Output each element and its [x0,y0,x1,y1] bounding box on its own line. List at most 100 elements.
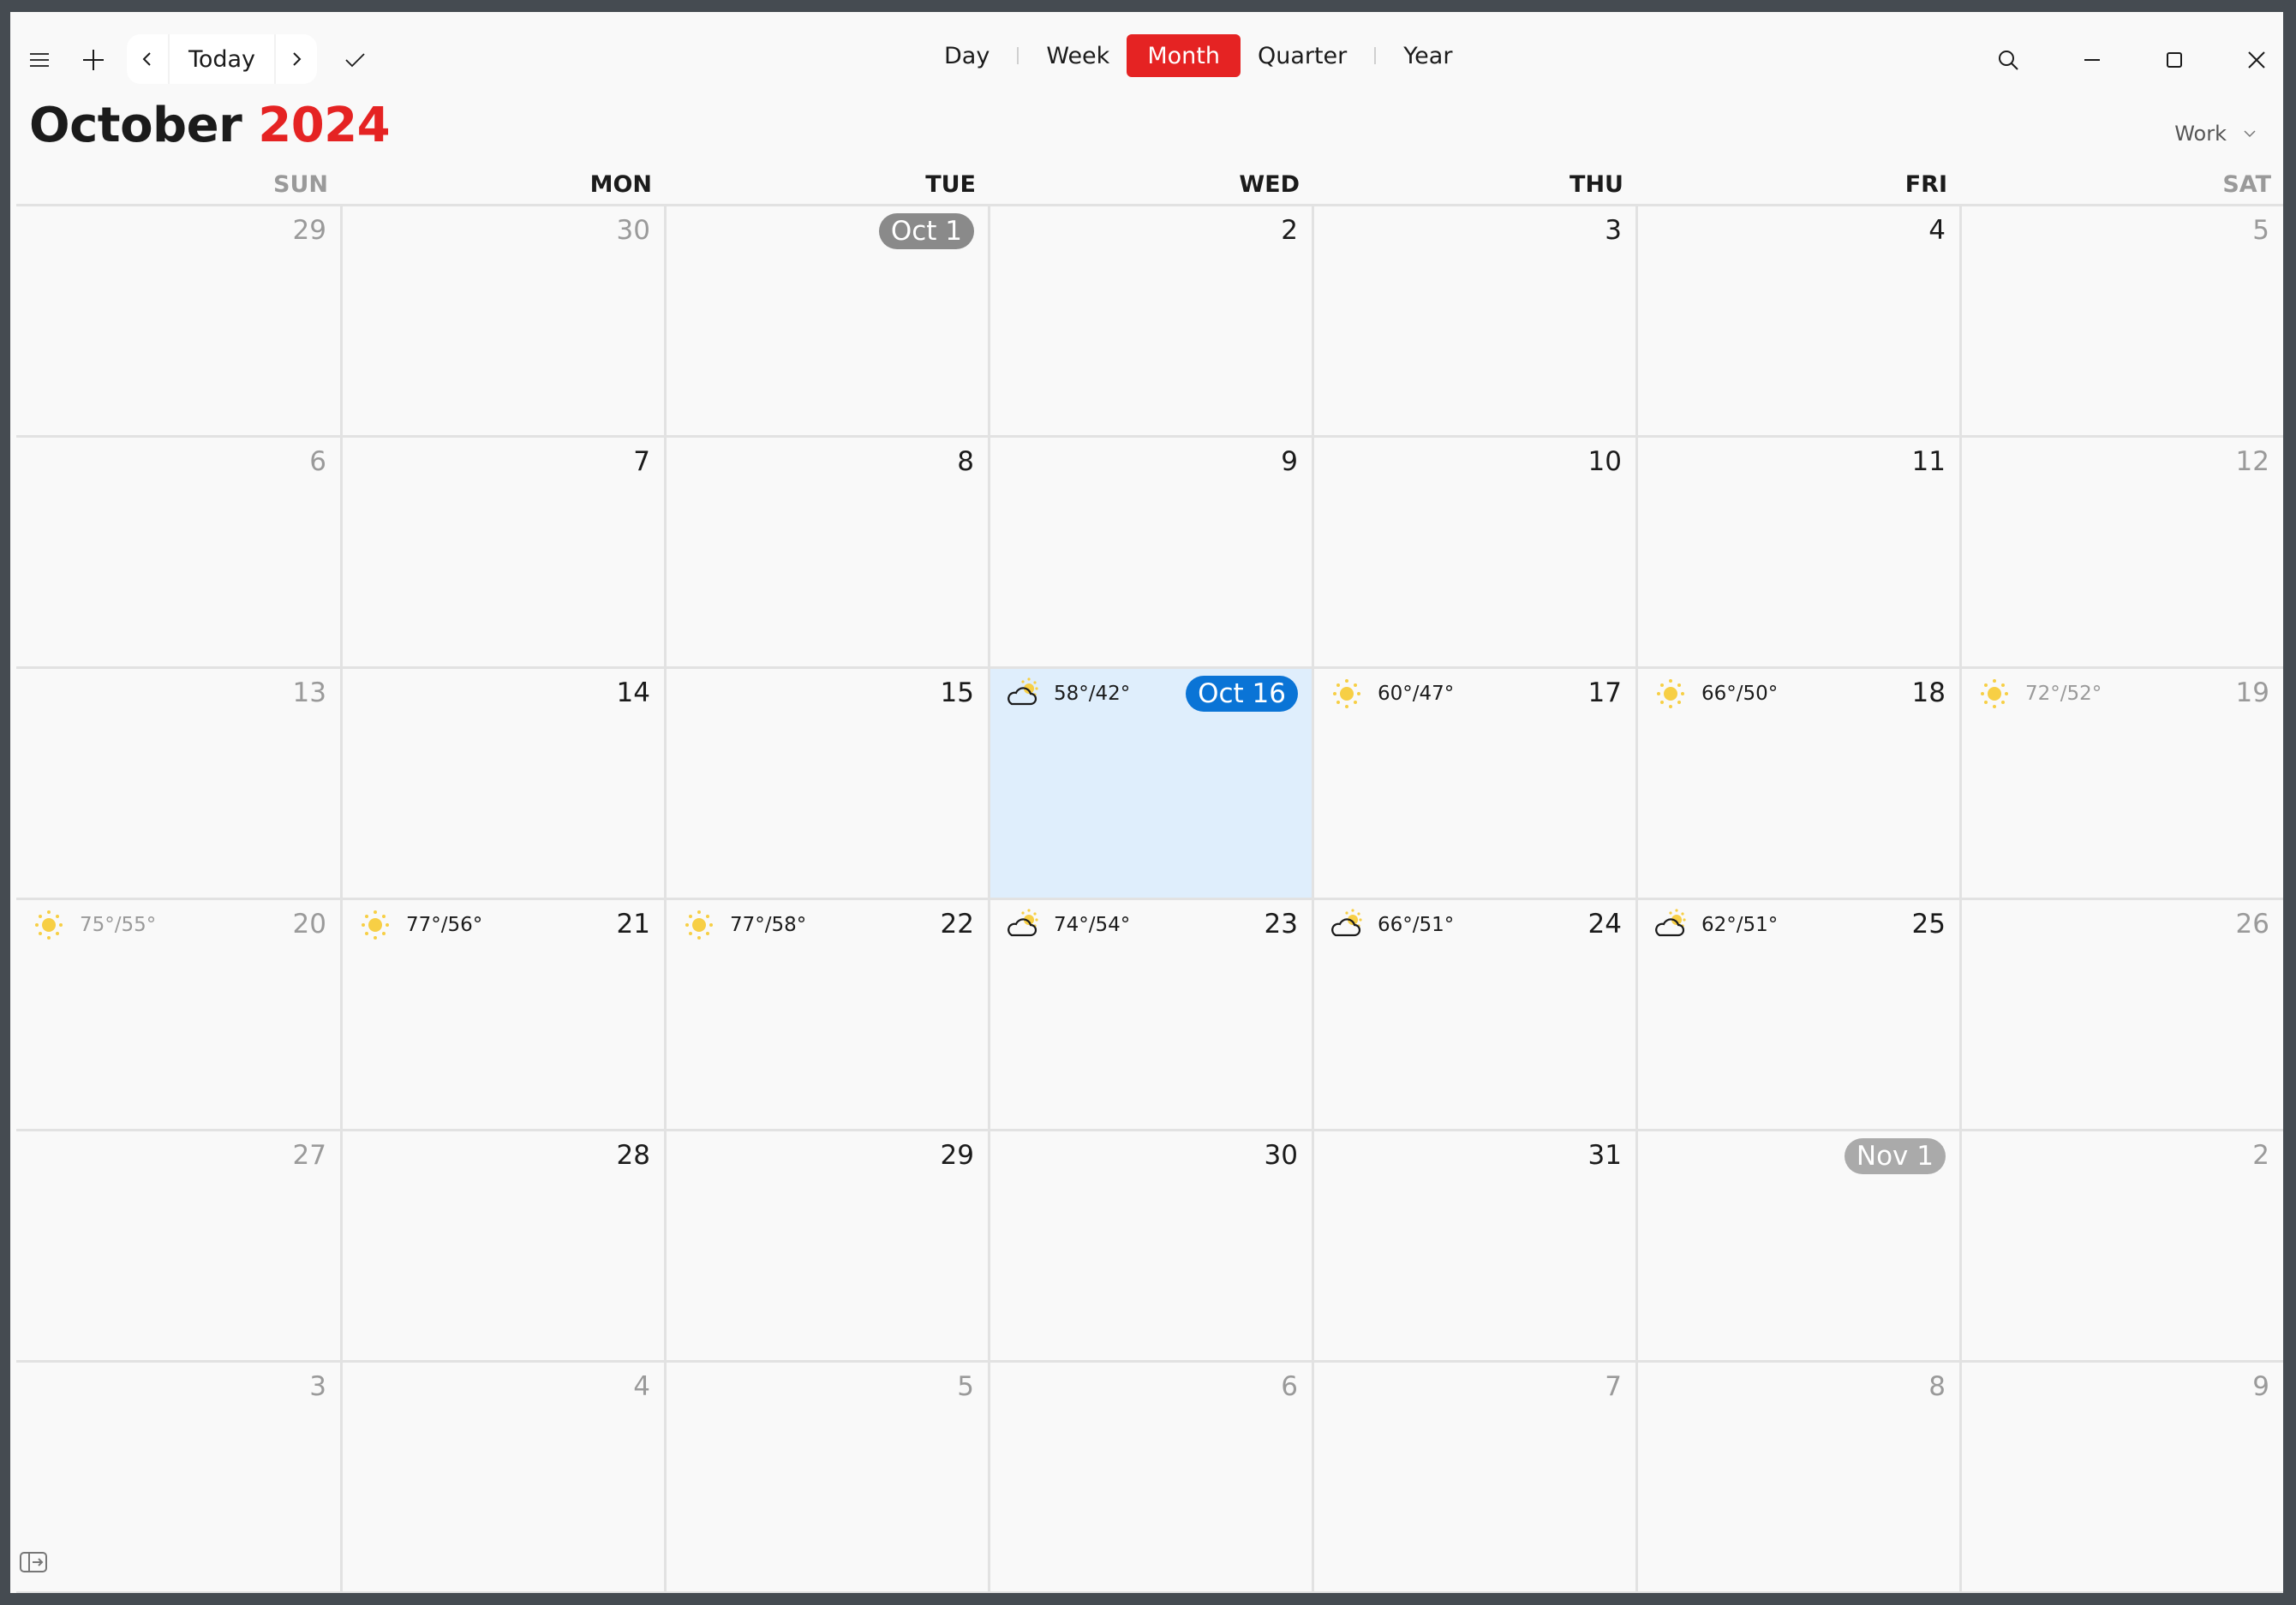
day-cell[interactable]: 31 [1314,1131,1635,1360]
view-month-tab[interactable]: Month [1127,34,1241,77]
day-cell-today[interactable]: Oct 16 58°/42° [990,669,1312,898]
add-event-icon[interactable] [75,41,112,79]
day-number: 30 [616,215,650,246]
minimize-icon[interactable] [2073,41,2111,79]
next-month-button[interactable] [276,34,317,84]
day-cell[interactable]: 6 [990,1363,1312,1591]
maximize-icon[interactable] [2155,41,2193,79]
day-cell[interactable]: Oct 1 [667,206,988,435]
temperature-range: 77°/56° [406,914,483,936]
chevron-down-icon [2244,130,2256,138]
month-name: October [29,98,242,153]
menu-icon[interactable] [21,41,58,79]
view-quarter-tab[interactable]: Quarter [1241,34,1364,77]
day-number: 6 [1281,1371,1298,1402]
day-cell[interactable]: 26 [1962,900,2283,1129]
temperature-range: 72°/52° [2025,683,2102,705]
day-cell[interactable]: 30 [343,206,664,435]
today-button[interactable]: Today [168,34,276,84]
day-cell[interactable]: 8 [1638,1363,1959,1591]
day-number: 14 [616,677,650,708]
day-cell[interactable]: 29 [667,1131,988,1360]
day-cell[interactable]: 30 [990,1131,1312,1360]
day-cell[interactable]: 14 [343,669,664,898]
temperature-range: 66°/51° [1378,914,1455,936]
day-number: 20 [292,909,326,940]
day-cell[interactable]: 3 [16,1363,340,1591]
day-number: 7 [633,446,650,477]
day-number: 2 [1281,215,1298,246]
day-cell[interactable]: 8 [667,438,988,666]
day-cell[interactable]: 29 [16,206,340,435]
weekday-label: MON [589,171,652,198]
day-cell[interactable]: 3 [1314,206,1635,435]
temperature-range: 58°/42° [1054,683,1131,705]
day-cell[interactable]: 19 72°/52° [1962,669,2283,898]
temperature-range: 60°/47° [1378,683,1455,705]
day-cell[interactable]: 27 [16,1131,340,1360]
day-number: 28 [616,1140,650,1171]
sunny-weather-icon [680,907,718,943]
day-cell[interactable]: 12 [1962,438,2283,666]
weekday-label: WED [1239,171,1300,198]
day-cell[interactable]: 28 [343,1131,664,1360]
temperature-range: 66°/50° [1701,683,1779,705]
day-cell[interactable]: 20 75°/55° [16,900,340,1129]
weather-forecast: 72°/52° [1976,676,2102,712]
temperature-range: 62°/51° [1701,914,1779,936]
day-cell[interactable]: 25 62°/51° [1638,900,1959,1129]
day-cell[interactable]: 2 [1962,1131,2283,1360]
day-cell[interactable]: 4 [343,1363,664,1591]
view-switcher: Day Week Month Quarter Year [927,33,1469,79]
year: 2024 [258,98,391,153]
previous-month-button[interactable] [127,34,168,84]
day-cell[interactable]: 17 60°/47° [1314,669,1635,898]
partly-cloudy-weather-icon [1004,676,1042,712]
day-cell[interactable]: 4 [1638,206,1959,435]
day-cell[interactable]: Nov 1 [1638,1131,1959,1360]
day-number: 12 [2235,446,2269,477]
day-number: 30 [1264,1140,1298,1171]
sidebar-toggle-icon[interactable] [19,1550,48,1574]
partly-cloudy-weather-icon [1652,907,1689,943]
day-number: 7 [1605,1371,1622,1402]
day-cell[interactable]: 11 [1638,438,1959,666]
day-cell[interactable]: 22 77°/58° [667,900,988,1129]
day-number: 4 [1928,215,1946,246]
day-cell[interactable]: 13 [16,669,340,898]
day-number: 18 [1911,677,1946,708]
view-year-tab[interactable]: Year [1386,34,1469,77]
day-cell[interactable]: 7 [1314,1363,1635,1591]
view-week-tab[interactable]: Week [1029,34,1127,77]
day-number: 3 [309,1371,326,1402]
day-cell[interactable]: 6 [16,438,340,666]
month-grid: 29 30 Oct 1 2 3 4 5 6 7 8 9 10 11 12 13 14 15 Oct 16 58°/4… [16,204,2283,1593]
weekday-label: THU [1570,171,1623,198]
weather-forecast: 74°/54° [1004,907,1130,943]
day-cell[interactable]: 10 [1314,438,1635,666]
day-number: 26 [2235,909,2269,940]
day-cell[interactable]: 21 77°/56° [343,900,664,1129]
weather-forecast: 77°/58° [680,907,806,943]
day-number: 23 [1264,909,1298,940]
day-number: 25 [1911,909,1946,940]
close-icon[interactable] [2238,41,2275,79]
day-cell[interactable]: 5 [667,1363,988,1591]
tasks-checkmark-icon[interactable] [336,41,374,79]
day-number: 11 [1911,446,1946,477]
day-cell[interactable]: 15 [667,669,988,898]
calendar-selector[interactable]: Work [2174,122,2257,146]
day-cell[interactable]: 24 66°/51° [1314,900,1635,1129]
day-cell[interactable]: 2 [990,206,1312,435]
search-icon[interactable] [1989,41,2027,79]
view-day-tab[interactable]: Day [927,34,1007,77]
day-cell[interactable]: 7 [343,438,664,666]
day-cell[interactable]: 5 [1962,206,2283,435]
day-cell[interactable]: 9 [990,438,1312,666]
day-cell[interactable]: 9 [1962,1363,2283,1591]
temperature-range: 77°/58° [730,914,807,936]
day-cell[interactable]: 18 66°/50° [1638,669,1959,898]
view-divider [1017,47,1019,64]
day-cell[interactable]: 23 74°/54° [990,900,1312,1129]
chevron-right-icon [293,52,302,66]
